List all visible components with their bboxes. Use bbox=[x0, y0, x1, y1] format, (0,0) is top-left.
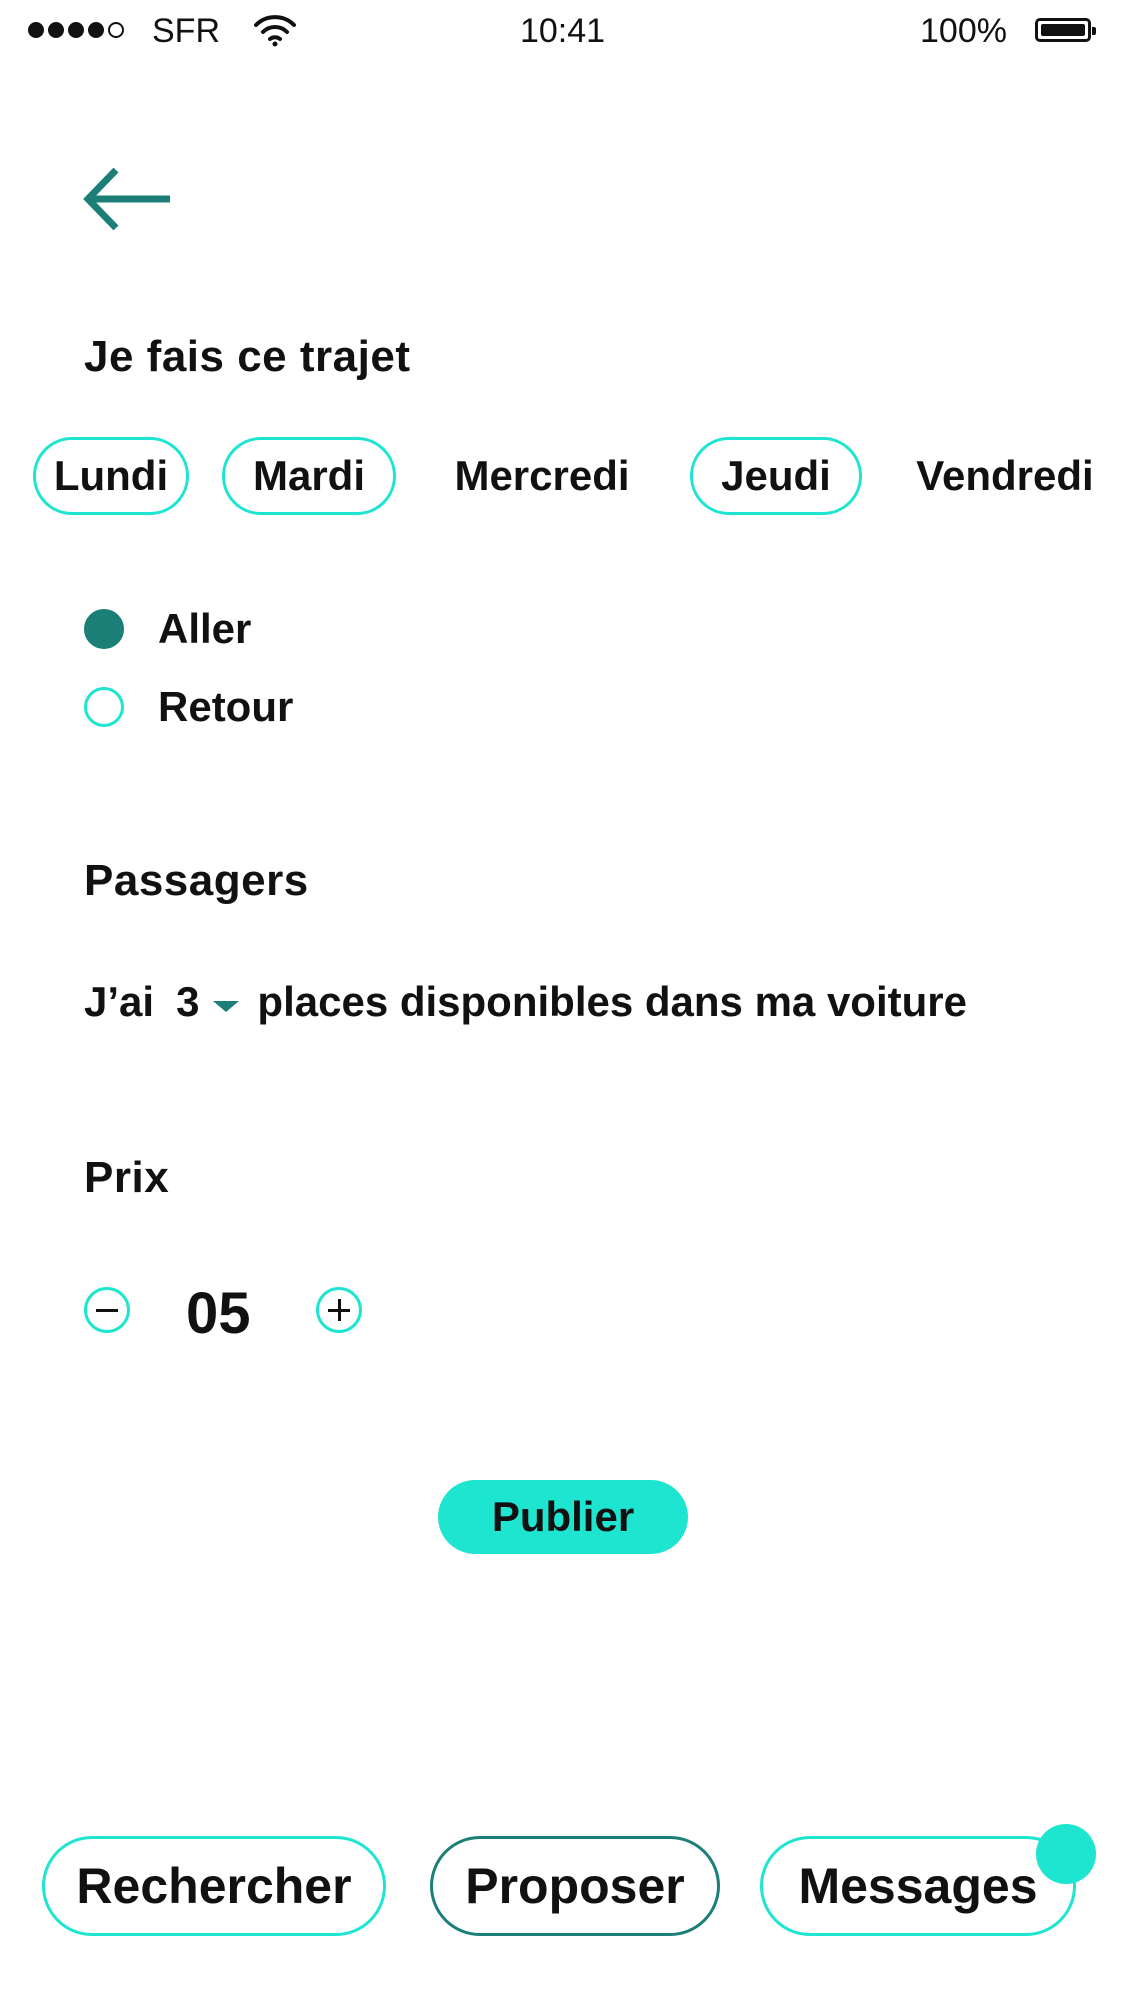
caret-down-icon bbox=[213, 1000, 240, 1012]
radio-label-retour: Retour bbox=[158, 683, 294, 730]
price-heading: Prix bbox=[84, 1153, 170, 1202]
day-chip-mardi[interactable]: Mardi bbox=[222, 437, 396, 515]
passengers-heading: Passagers bbox=[84, 856, 309, 905]
passengers-sentence: J’ai 3 places disponibles dans ma voitur… bbox=[84, 978, 967, 1026]
day-chip-vendredi[interactable]: Vendredi bbox=[895, 437, 1115, 515]
passengers-suffix: places disponibles dans ma voiture bbox=[257, 978, 967, 1025]
publish-button[interactable]: Publier bbox=[438, 1480, 688, 1554]
nav-messages[interactable]: Messages bbox=[760, 1836, 1076, 1936]
page-title: Je fais ce trajet bbox=[84, 332, 411, 381]
nav-rechercher[interactable]: Rechercher bbox=[42, 1836, 386, 1936]
price-value: 05 bbox=[186, 1281, 251, 1346]
status-bar: SFR 10:41 100% bbox=[0, 0, 1125, 64]
battery-percent: 100% bbox=[920, 12, 1007, 50]
radio-checked-icon[interactable] bbox=[84, 609, 124, 649]
day-chip-mercredi[interactable]: Mercredi bbox=[432, 437, 652, 515]
day-chip-lundi[interactable]: Lundi bbox=[33, 437, 189, 515]
radio-aller[interactable]: Aller bbox=[84, 605, 251, 653]
radio-label-aller: Aller bbox=[158, 605, 252, 652]
notification-badge bbox=[1036, 1824, 1096, 1884]
price-increment-button[interactable] bbox=[316, 1287, 362, 1333]
minus-icon bbox=[96, 1308, 118, 1312]
passengers-prefix: J’ai bbox=[84, 978, 155, 1025]
price-decrement-button[interactable] bbox=[84, 1287, 130, 1333]
seats-value: 3 bbox=[176, 978, 200, 1025]
nav-proposer[interactable]: Proposer bbox=[430, 1836, 720, 1936]
seats-dropdown[interactable]: 3 bbox=[176, 978, 240, 1026]
battery-icon bbox=[1035, 18, 1096, 42]
radio-retour[interactable]: Retour bbox=[84, 683, 293, 731]
day-chip-jeudi[interactable]: Jeudi bbox=[690, 437, 862, 515]
radio-unchecked-icon[interactable] bbox=[84, 687, 124, 727]
arrow-left-icon bbox=[83, 167, 170, 231]
back-button[interactable] bbox=[82, 164, 174, 239]
